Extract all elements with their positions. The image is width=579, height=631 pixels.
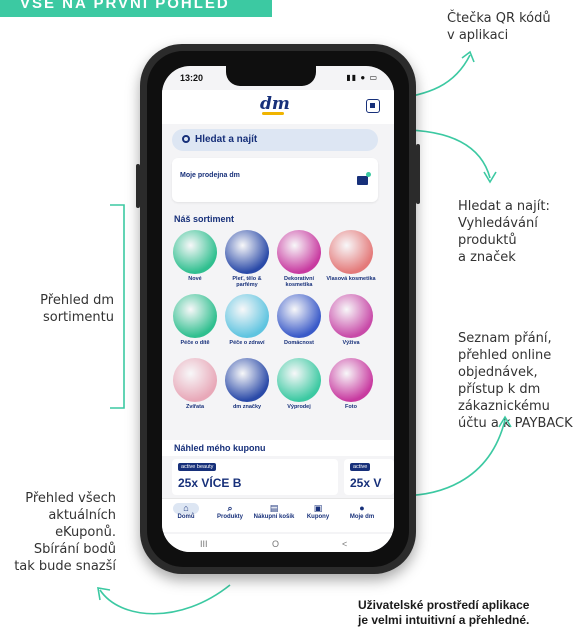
category-image	[173, 358, 217, 402]
tab-cart[interactable]: ▤ Nákupní košík	[252, 503, 296, 520]
category-item[interactable]: Foto	[326, 358, 376, 410]
phone-side-button	[416, 144, 420, 204]
phone-bezel: 13:20 ▮▮ ● ▭ dm Hledat a najít Moje prod…	[147, 51, 409, 567]
category-item[interactable]: Zvířata	[170, 358, 220, 410]
coupon-icon: ▣	[313, 503, 323, 513]
store-label: Moje prodejna dm	[180, 172, 240, 179]
tab-label: Domů	[177, 514, 195, 520]
coupon-tag: active beauty	[178, 463, 217, 471]
category-item[interactable]: Dekorativní kosmetika	[274, 230, 324, 288]
category-image	[329, 230, 373, 274]
category-label: Foto	[345, 404, 357, 410]
category-label: Dekorativní kosmetika	[284, 276, 314, 288]
coupon-text: 25x VÍCE B	[178, 476, 242, 490]
phone-notch	[226, 66, 316, 86]
status-icons: ▮▮ ● ▭	[346, 73, 378, 82]
app-screen: 13:20 ▮▮ ● ▭ dm Hledat a najít Moje prod…	[162, 66, 394, 552]
tab-home[interactable]: ⌂ Domů	[164, 503, 208, 520]
category-image	[329, 358, 373, 402]
products-icon: ⌕	[227, 503, 233, 513]
coupon-text: 25x V	[350, 476, 382, 490]
category-item[interactable]: Péče o zdraví	[222, 294, 272, 346]
user-icon: ●	[359, 503, 365, 513]
bracket-assortment	[110, 204, 125, 409]
category-item[interactable]: Péče o dítě	[170, 294, 220, 346]
tab-label: Moje dm	[349, 514, 375, 520]
tab-coupons[interactable]: ▣ Kupony	[296, 503, 340, 520]
category-label: dm značky	[232, 404, 262, 410]
category-label: Vlasová kosmetika	[326, 276, 376, 282]
category-item[interactable]: dm značky	[222, 358, 272, 410]
category-image	[225, 358, 269, 402]
category-label: Nové	[188, 276, 202, 282]
system-nav-bar: III O <	[162, 534, 394, 552]
app-header: dm	[162, 90, 394, 124]
cart-icon: ▤	[269, 503, 279, 513]
back-button[interactable]: <	[342, 539, 347, 549]
category-item[interactable]: Výživa	[326, 294, 376, 346]
category-item[interactable]: Domácnost	[274, 294, 324, 346]
phone-frame: 13:20 ▮▮ ● ▭ dm Hledat a najít Moje prod…	[136, 44, 420, 574]
tab-label: Nákupní košík	[253, 514, 295, 520]
search-input[interactable]: Hledat a najít	[172, 129, 378, 151]
assortment-title: Náš sortiment	[174, 214, 235, 224]
category-item[interactable]: Nové	[170, 230, 220, 282]
tab-products[interactable]: ⌕ Produkty	[208, 503, 252, 520]
category-label: Pleť, tělo & parfémy	[232, 276, 262, 288]
category-image	[225, 294, 269, 338]
logo-swoosh	[262, 112, 284, 115]
category-image	[173, 294, 217, 338]
arrow-coupons	[99, 584, 231, 615]
store-icon	[357, 172, 371, 185]
category-item[interactable]: Pleť, tělo & parfémy	[222, 230, 272, 288]
category-image	[173, 230, 217, 274]
home-icon: ⌂	[173, 503, 199, 514]
store-card[interactable]: Moje prodejna dm	[172, 158, 378, 202]
arrow-qr-head	[461, 50, 475, 63]
tab-label: Produkty	[216, 514, 243, 520]
home-button[interactable]: O	[272, 539, 279, 549]
coupon-tag: active	[350, 463, 371, 471]
category-image	[225, 230, 269, 274]
search-label: Hledat a najít	[195, 134, 258, 145]
tab-label: Kupony	[306, 514, 330, 520]
category-label: Zvířata	[185, 404, 205, 410]
recents-button[interactable]: III	[200, 539, 208, 549]
category-image	[277, 294, 321, 338]
category-label: Péče o zdraví	[229, 340, 265, 346]
category-item[interactable]: Výprodej	[274, 358, 324, 410]
category-label: Výživa	[342, 340, 360, 346]
category-label: Domácnost	[284, 340, 314, 346]
status-time: 13:20	[180, 73, 204, 83]
category-image	[277, 358, 321, 402]
search-icon	[182, 135, 190, 143]
tab-bar: ⌂ Domů ⌕ Produkty ▤ Nákupní košík ▣ Kupo…	[162, 498, 394, 532]
coupon-card[interactable]: active beauty 25x VÍCE B	[172, 459, 338, 495]
tab-my-dm[interactable]: ● Moje dm	[340, 503, 384, 520]
category-item[interactable]: Vlasová kosmetika	[326, 230, 376, 282]
phone-side-button	[136, 164, 140, 208]
category-label: Péče o dítě	[180, 340, 210, 346]
category-image	[277, 230, 321, 274]
category-label: Výprodej	[287, 404, 311, 410]
coupon-card[interactable]: active 25x V	[344, 459, 394, 495]
dm-logo: dm	[260, 94, 290, 114]
qr-scanner-icon[interactable]	[366, 99, 380, 113]
category-image	[329, 294, 373, 338]
coupon-section-title: Náhled mého kuponu	[162, 440, 394, 456]
